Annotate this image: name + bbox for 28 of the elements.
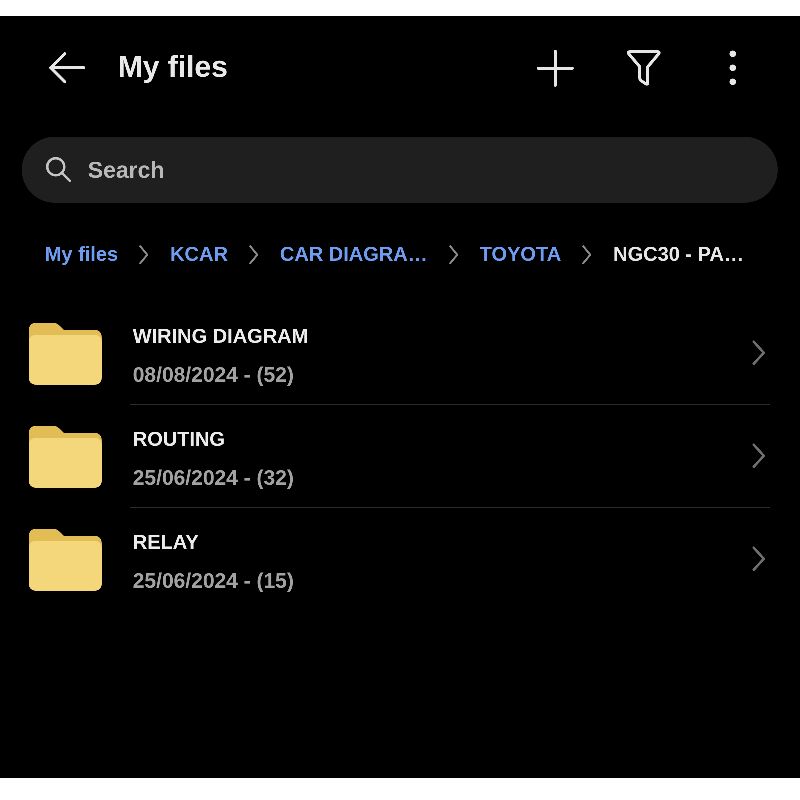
folder-details: 25/06/2024 - (15) bbox=[133, 569, 294, 595]
breadcrumb-link[interactable]: KCAR bbox=[170, 244, 228, 266]
breadcrumb-link[interactable]: TOYOTA bbox=[480, 244, 562, 266]
folder-details: 25/06/2024 - (32) bbox=[133, 466, 294, 492]
folder-icon bbox=[29, 426, 102, 488]
folder-name[interactable]: RELAY bbox=[133, 529, 199, 557]
folder-icon bbox=[29, 322, 102, 384]
chevron-icon bbox=[752, 340, 766, 366]
chevron-icon bbox=[448, 245, 459, 265]
screen-title: My files bbox=[118, 51, 228, 85]
chevron-icon bbox=[752, 546, 766, 572]
chevron-icon bbox=[139, 245, 150, 265]
folder-icon bbox=[29, 528, 102, 590]
back-arrow-icon bbox=[48, 52, 86, 84]
plus-icon bbox=[536, 50, 574, 86]
chevron-icon bbox=[582, 245, 592, 265]
folder-details: 08/08/2024 - (52) bbox=[133, 363, 294, 389]
breadcrumb-link[interactable]: NGC30 - PA… bbox=[613, 244, 744, 266]
breadcrumb-link[interactable]: CAR DIAGRA… bbox=[280, 244, 428, 266]
more-options-icon bbox=[729, 50, 737, 86]
chevron-icon bbox=[249, 245, 260, 265]
chevron-icon bbox=[752, 443, 766, 469]
search-icon bbox=[45, 156, 72, 183]
filter-icon bbox=[627, 50, 661, 86]
folder-name[interactable]: WIRING DIAGRAM bbox=[133, 323, 309, 351]
breadcrumb-link[interactable]: My files bbox=[45, 244, 118, 266]
search-field[interactable]: Search bbox=[22, 137, 778, 203]
folder-name[interactable]: ROUTING bbox=[133, 426, 226, 454]
